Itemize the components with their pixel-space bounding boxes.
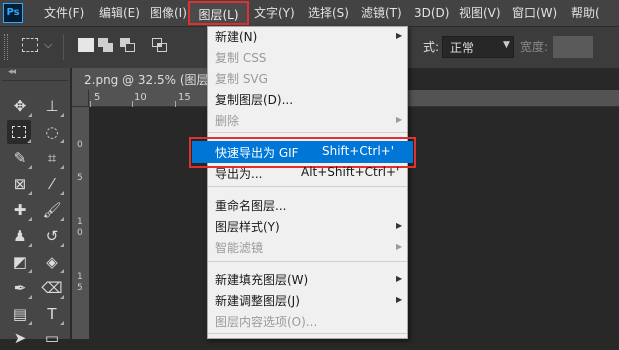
menu-select[interactable]: 选择(S)	[308, 0, 349, 26]
frame-tool-icon[interactable]: ⊠	[8, 172, 32, 196]
subtract-selection-icon[interactable]	[120, 38, 136, 52]
path-selection-tool-icon[interactable]: ➤	[8, 326, 32, 350]
document-tab-label: 2.png @ 32.5% (图层	[84, 73, 209, 87]
clone-stamp-tool-icon[interactable]: ♟	[8, 224, 32, 248]
ruler-label: 15	[178, 92, 191, 103]
menu-separator	[208, 132, 407, 133]
menu-item-layer-style[interactable]: 图层样式(Y)	[215, 218, 280, 235]
healing-brush-tool-icon[interactable]: ✚	[8, 198, 32, 222]
menu-item-rename-layer[interactable]: 重命名图层...	[215, 197, 286, 214]
menu-item-new-fill-layer[interactable]: 新建填充图层(W)	[215, 271, 308, 288]
rectangular-marquee-tool-icon[interactable]	[7, 120, 31, 144]
menu-view[interactable]: 视图(V)	[459, 0, 501, 26]
submenu-arrow-icon: ▶	[396, 242, 403, 251]
ruler-origin[interactable]	[72, 90, 89, 107]
photoshop-logo-icon[interactable]: Ps	[3, 3, 23, 23]
artboard-tool-icon[interactable]: ⊥	[40, 94, 64, 118]
paint-bucket-tool-icon[interactable]: ◈	[40, 250, 64, 274]
menu-separator	[208, 186, 407, 187]
menu-item-duplicate-layer[interactable]: 复制图层(D)...	[215, 91, 293, 108]
menu-item-copy-css: 复制 CSS	[215, 51, 267, 65]
menu-layer[interactable]: 图层(L)	[188, 1, 249, 25]
style-select-value: 正常	[450, 41, 475, 55]
options-divider	[63, 34, 64, 60]
menu-separator	[208, 261, 407, 262]
collapse-toolbox-icon[interactable]: ◂◂	[8, 67, 16, 77]
ruler-label: 10	[134, 92, 147, 103]
quick-selection-tool-icon[interactable]: ✎	[8, 146, 32, 170]
menu-type[interactable]: 文字(Y)	[254, 0, 295, 26]
submenu-arrow-icon: ▶	[396, 295, 403, 304]
eraser-tool-icon[interactable]: ◩	[8, 250, 32, 274]
eyedropper-tool-icon[interactable]: ⁄	[40, 172, 64, 196]
chevron-down-icon: ▼	[503, 40, 510, 50]
menu-separator	[208, 333, 407, 334]
submenu-arrow-icon: ▶	[396, 115, 403, 124]
brush-tool-icon[interactable]: 🖌	[40, 198, 64, 222]
options-grip-icon[interactable]	[4, 34, 8, 60]
ruler-vertical-labels: 051015	[77, 140, 83, 293]
gradient-tool-icon[interactable]: ▤	[8, 302, 32, 326]
intersect-selection-icon[interactable]	[152, 38, 168, 52]
menu-item-shortcut: Alt+Shift+Ctrl+'	[301, 165, 400, 179]
toolbox-divider	[2, 80, 68, 81]
history-brush-tool-icon[interactable]: ↺	[40, 224, 64, 248]
menu-item-smart-filter: 智能滤镜	[215, 241, 264, 255]
menu-3d[interactable]: 3D(D)	[414, 0, 449, 26]
eraser-tool-icon[interactable]: ⌫	[40, 276, 64, 300]
style-label: 式:	[423, 40, 440, 54]
type-tool-icon[interactable]: T	[40, 302, 64, 326]
menu-item-new[interactable]: 新建(N)	[215, 28, 257, 45]
crop-tool-icon[interactable]: ⌗	[40, 146, 64, 170]
width-label: 宽度:	[520, 40, 549, 54]
rectangle-tool-icon[interactable]: ▭	[40, 326, 64, 350]
add-selection-icon[interactable]	[98, 38, 114, 52]
menu-item-delete: 删除	[215, 114, 240, 128]
pen-tool-icon[interactable]: ✒	[8, 276, 32, 300]
move-tool-icon[interactable]: ✥	[8, 94, 32, 118]
menu-item-new-adjustment-layer[interactable]: 新建调整图层(J)	[215, 292, 300, 309]
menu-edit[interactable]: 编辑(E)	[99, 0, 140, 26]
highlight-box	[189, 137, 416, 168]
menu-window[interactable]: 窗口(W)	[512, 0, 557, 26]
submenu-arrow-icon: ▶	[396, 221, 403, 230]
menu-help[interactable]: 帮助(	[571, 0, 600, 26]
menu-item-copy-svg: 复制 SVG	[215, 72, 268, 86]
menu-filter[interactable]: 滤镜(T)	[361, 0, 402, 26]
menu-image[interactable]: 图像(I)	[150, 0, 187, 26]
ruler-label: 5	[94, 92, 101, 103]
menu-item-export-as[interactable]: 导出为...	[215, 165, 262, 182]
menu-file[interactable]: 文件(F)	[44, 0, 84, 26]
marquee-preset-icon[interactable]	[22, 38, 38, 52]
lasso-tool-icon[interactable]: ◌	[40, 120, 64, 144]
submenu-arrow-icon: ▶	[396, 31, 403, 40]
submenu-arrow-icon: ▶	[396, 274, 403, 283]
width-input[interactable]	[553, 36, 593, 58]
new-selection-icon[interactable]	[78, 38, 94, 52]
chevron-down-icon[interactable]: ⌵	[44, 38, 52, 52]
menu-item-layer-content-options: 图层内容选项(O)...	[215, 315, 318, 329]
